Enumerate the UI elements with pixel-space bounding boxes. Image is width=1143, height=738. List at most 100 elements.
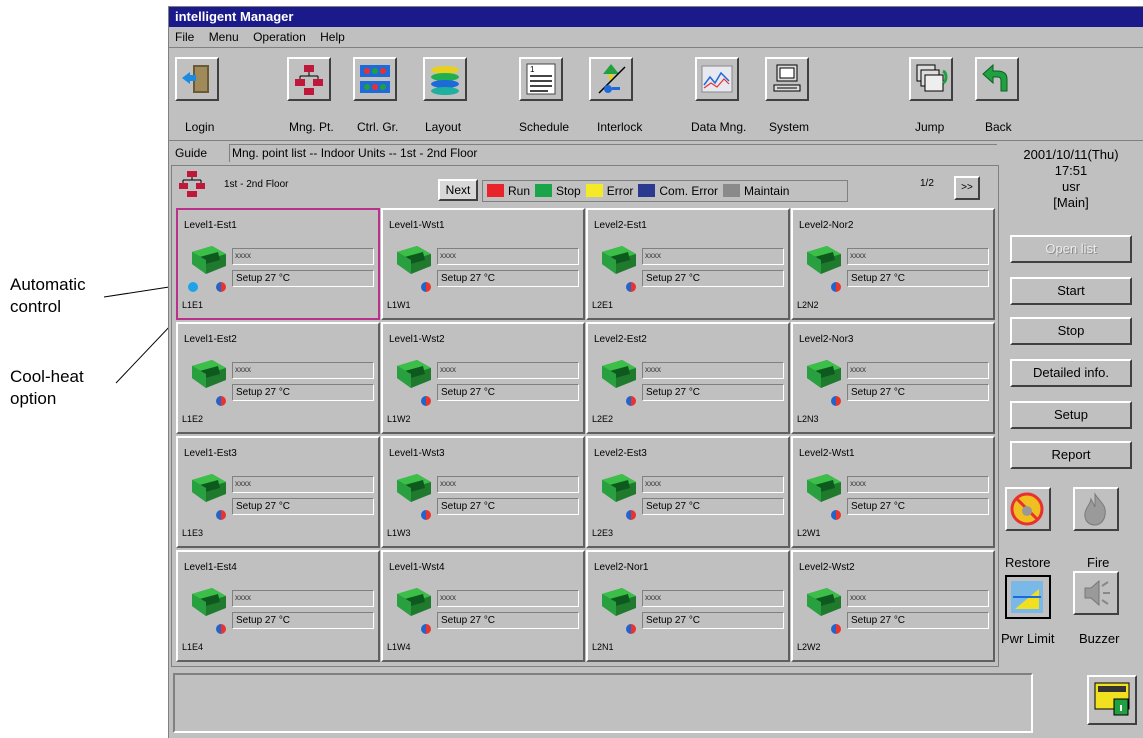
system-button[interactable]: [765, 57, 809, 101]
start-button[interactable]: Start: [1010, 277, 1132, 305]
data-mng-button[interactable]: [695, 57, 739, 101]
unit-card[interactable]: Level1-Wst4 xxxx Setup 27 °C L1W4: [381, 550, 585, 662]
jump-label: Jump: [915, 120, 945, 134]
cool-heat-icon: [626, 624, 636, 634]
system-label: System: [769, 120, 810, 134]
next-button[interactable]: Next: [438, 179, 478, 201]
guide-label: Guide: [175, 146, 208, 160]
annotation-line: Automatic: [10, 275, 86, 294]
cool-heat-icon: [421, 624, 431, 634]
calendar-icon: 1: [526, 63, 556, 95]
schedule-button[interactable]: 1: [519, 57, 563, 101]
interlock-label: Interlock: [597, 120, 643, 134]
open-list-button[interactable]: Open list: [1010, 235, 1132, 263]
unit-name: Level2-Nor2: [799, 220, 854, 231]
stop-button[interactable]: Stop: [1010, 317, 1132, 345]
power-limit-icon: [1011, 581, 1043, 613]
unit-name: Level2-Wst1: [799, 448, 855, 459]
unit-card[interactable]: Level1-Est1 xxxx Setup 27 °C L1E1: [176, 208, 380, 320]
unit-status-field: xxxx: [437, 248, 579, 265]
legend-item: Error: [585, 184, 633, 198]
unit-name: Level2-Nor1: [594, 562, 649, 573]
indoor-unit-icon: [803, 244, 843, 278]
unit-status-field: xxxx: [847, 248, 989, 265]
unit-card[interactable]: Level2-Est2 xxxx Setup 27 °C L2E2: [586, 322, 790, 434]
date-text: 2001/10/11(Thu): [1023, 147, 1119, 162]
unit-setpoint-field: Setup 27 °C: [847, 270, 989, 287]
indoor-unit-icon: [393, 472, 433, 506]
report-button[interactable]: Report: [1010, 441, 1132, 469]
annotation-line: Cool-heat: [10, 367, 84, 386]
annotation-cool-heat-option: Cool-heat option: [10, 366, 84, 410]
unit-card[interactable]: Level2-Est3 xxxx Setup 27 °C L2E3: [586, 436, 790, 548]
menu-menu[interactable]: Menu: [203, 27, 244, 44]
unit-name: Level2-Est1: [594, 220, 647, 231]
next-page-button[interactable]: >>: [954, 176, 980, 200]
schedule-label: Schedule: [519, 120, 570, 134]
indoor-unit-icon: [598, 358, 638, 392]
layout-button[interactable]: [423, 57, 467, 101]
unit-status-field: xxxx: [437, 590, 579, 607]
unit-setpoint-field: Setup 27 °C: [437, 270, 579, 287]
windows-icon: [916, 64, 948, 92]
unit-status-field: xxxx: [642, 476, 784, 493]
unit-name: Level2-Est2: [594, 334, 647, 345]
group-cards-icon: [360, 65, 390, 93]
back-label: Back: [985, 120, 1012, 134]
time-text: 17:51: [1054, 163, 1088, 178]
unit-setpoint-field: Setup 27 °C: [232, 270, 374, 287]
status-info: 2001/10/11(Thu) 17:51 usr [Main]: [1001, 147, 1141, 211]
unit-setpoint-field: Setup 27 °C: [437, 498, 579, 515]
setup-button[interactable]: Setup: [1010, 401, 1132, 429]
menu-file[interactable]: File: [169, 27, 199, 44]
cool-heat-icon: [831, 510, 841, 520]
legend-label: Stop: [556, 184, 581, 198]
unit-card[interactable]: Level1-Wst1 xxxx Setup 27 °C L1W1: [381, 208, 585, 320]
ctrl-gr-button[interactable]: [353, 57, 397, 101]
unit-card[interactable]: Level2-Nor1 xxxx Setup 27 °C L2N1: [586, 550, 790, 662]
unit-card[interactable]: Level2-Wst1 xxxx Setup 27 °C L2W1: [791, 436, 995, 548]
speaker-icon: [1084, 579, 1110, 607]
unit-card[interactable]: Level1-Est2 xxxx Setup 27 °C L1E2: [176, 322, 380, 434]
indoor-unit-icon: [393, 244, 433, 278]
login-button[interactable]: [175, 57, 219, 101]
restore-button[interactable]: [1005, 487, 1051, 531]
fire-icon: [1084, 492, 1106, 526]
monitor-button[interactable]: [1087, 675, 1137, 725]
pwr-limit-button[interactable]: [1005, 575, 1051, 619]
indoor-unit-icon: [598, 586, 638, 620]
unit-code: L2W1: [797, 528, 821, 538]
indoor-unit-icon: [598, 472, 638, 506]
fire-button[interactable]: [1073, 487, 1119, 531]
unit-card[interactable]: Level2-Wst2 xxxx Setup 27 °C L2W2: [791, 550, 995, 662]
menu-help[interactable]: Help: [314, 27, 350, 44]
unit-code: L1E3: [182, 528, 204, 538]
status-legend: Run Stop Error Com. Error Maintain: [482, 180, 848, 202]
chart-icon: [701, 65, 733, 93]
unit-card[interactable]: Level2-Nor2 xxxx Setup 27 °C L2N2: [791, 208, 995, 320]
unit-card[interactable]: Level1-Wst2 xxxx Setup 27 °C L1W2: [381, 322, 585, 434]
detailed-info-button[interactable]: Detailed info.: [1010, 359, 1132, 387]
cool-heat-icon: [831, 396, 841, 406]
back-button[interactable]: [975, 57, 1019, 101]
menu-operation[interactable]: Operation: [247, 27, 311, 44]
unit-card[interactable]: Level1-Wst3 xxxx Setup 27 °C L1W3: [381, 436, 585, 548]
jump-button[interactable]: [909, 57, 953, 101]
unit-code: L1E2: [182, 414, 204, 424]
hierarchy-icon: [295, 65, 323, 95]
mng-pt-button[interactable]: [287, 57, 331, 101]
computer-icon: [773, 64, 801, 92]
interlock-button[interactable]: [589, 57, 633, 101]
unit-card[interactable]: Level1-Est4 xxxx Setup 27 °C L1E4: [176, 550, 380, 662]
unit-card[interactable]: Level1-Est3 xxxx Setup 27 °C L1E3: [176, 436, 380, 548]
indoor-unit-icon: [803, 586, 843, 620]
restore-icon: [1010, 492, 1044, 526]
unit-status-field: xxxx: [847, 590, 989, 607]
unit-status-field: xxxx: [232, 590, 374, 607]
unit-card[interactable]: Level2-Nor3 xxxx Setup 27 °C L2N3: [791, 322, 995, 434]
unit-code: L1W4: [387, 642, 411, 652]
unit-card[interactable]: Level2-Est1 xxxx Setup 27 °C L2E1: [586, 208, 790, 320]
buzzer-button[interactable]: [1073, 571, 1119, 615]
cool-heat-icon: [421, 282, 431, 292]
unit-code: L1E4: [182, 642, 204, 652]
